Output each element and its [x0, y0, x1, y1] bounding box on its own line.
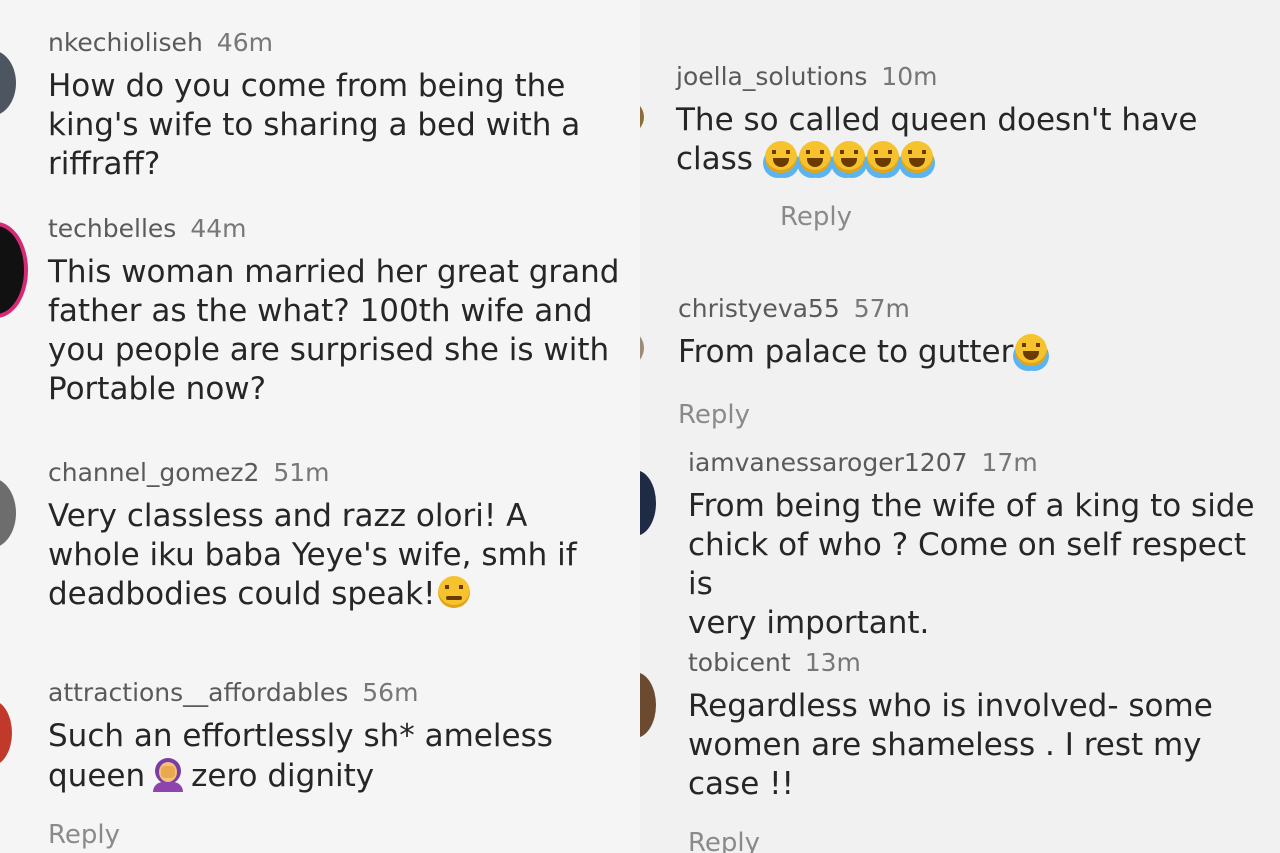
left-comment-column: nkechioliseh 46m How do you come from bei…: [0, 0, 640, 853]
comment-text-body: The so called queen doesn't have class: [676, 102, 1198, 177]
comment-text-body: Very classless and razz olori! A whole i…: [48, 498, 577, 612]
reply-button[interactable]: Reply: [48, 820, 120, 850]
comment-item: techbelles 44m This woman married her gre…: [48, 214, 619, 409]
avatar[interactable]: [0, 50, 16, 116]
right-comment-column: joella_solutions 10m The so called queen …: [640, 0, 1280, 853]
comment-meta: channel_gomez2 51m: [48, 458, 577, 487]
username[interactable]: attractions__affordables: [48, 678, 348, 707]
reply-button[interactable]: Reply: [780, 202, 852, 232]
username[interactable]: nkechioliseh: [48, 28, 203, 57]
reply-button[interactable]: Reply: [678, 400, 750, 430]
comment-text: The so called queen doesn't have class: [676, 101, 1197, 179]
username[interactable]: techbelles: [48, 214, 176, 243]
comment-text: From palace to gutter: [678, 333, 1048, 372]
avatar-story-ring[interactable]: [0, 222, 28, 318]
timestamp: 13m: [804, 648, 861, 677]
woman-facepalming-icon: [151, 756, 185, 792]
timestamp: 51m: [273, 458, 330, 487]
face-with-tears-of-joy-icon: [798, 141, 831, 173]
comment-meta: tobicent 13m: [688, 648, 1213, 677]
face-with-tears-of-joy-icon: [1015, 334, 1048, 366]
avatar[interactable]: [0, 700, 12, 766]
comment-meta: iamvanessaroger1207 17m: [688, 448, 1280, 477]
reply-button[interactable]: Reply: [688, 828, 760, 853]
timestamp: 10m: [881, 62, 938, 91]
username[interactable]: joella_solutions: [676, 62, 867, 91]
comment-meta: attractions__affordables 56m: [48, 678, 553, 707]
avatar[interactable]: [640, 330, 644, 366]
comment-meta: techbelles 44m: [48, 214, 619, 243]
username[interactable]: christyeva55: [678, 294, 840, 323]
timestamp: 57m: [853, 294, 910, 323]
comment-text-tail: zero dignity: [191, 758, 375, 794]
comment-meta: christyeva55 57m: [678, 294, 1047, 323]
comment-meta: nkechioliseh 46m: [48, 28, 580, 57]
comment-text: How do you come from being the king's wi…: [48, 68, 581, 182]
comment-item: channel_gomez2 51m Very classless and raz…: [48, 458, 577, 614]
avatar[interactable]: [640, 470, 656, 536]
comment-item: tobicent 13m Regardless who is involved- …: [688, 648, 1213, 804]
comment-text: From being the wife of a king to side ch…: [688, 488, 1255, 641]
comment-item: joella_solutions 10m The so called queen …: [676, 62, 1197, 179]
comment-text: Very classless and razz olori! A whole i…: [48, 497, 577, 614]
timestamp: 44m: [190, 214, 247, 243]
comment-text-body: From palace to gutter: [678, 334, 1014, 370]
comment-text: Regardless who is involved- some women a…: [688, 688, 1213, 802]
comment-text: Such an effortlessly sh* ameless queen ze…: [48, 717, 553, 796]
timestamp: 46m: [216, 28, 273, 57]
comment-item: iamvanessaroger1207 17m From being the wi…: [688, 448, 1280, 643]
woozy-face-icon: [437, 576, 470, 608]
face-with-tears-of-joy-icon: [832, 141, 865, 173]
comment-item: nkechioliseh 46m How do you come from bei…: [48, 28, 580, 184]
comment-item: christyeva55 57m From palace to gutter: [678, 294, 1048, 372]
face-with-tears-of-joy-icon: [866, 141, 899, 173]
face-with-tears-of-joy-icon: [900, 141, 933, 173]
avatar[interactable]: [640, 672, 656, 738]
username[interactable]: tobicent: [688, 648, 791, 677]
timestamp: 17m: [981, 448, 1038, 477]
face-with-tears-of-joy-icon: [764, 141, 797, 173]
comment-item: attractions__affordables 56m Such an effo…: [48, 678, 553, 796]
comment-text: This woman married her great grand fathe…: [48, 254, 620, 407]
avatar[interactable]: [640, 100, 644, 134]
username[interactable]: iamvanessaroger1207: [688, 448, 968, 477]
comment-meta: joella_solutions 10m: [676, 62, 1197, 91]
timestamp: 56m: [362, 678, 419, 707]
avatar[interactable]: [0, 478, 16, 548]
username[interactable]: channel_gomez2: [48, 458, 259, 487]
